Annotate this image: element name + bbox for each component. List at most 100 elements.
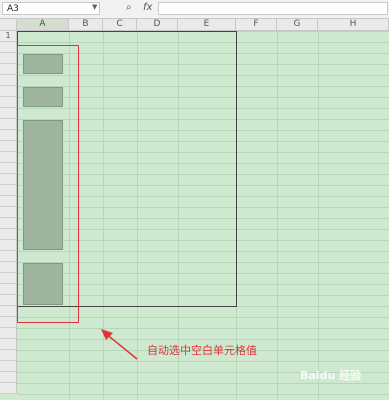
table-cell[interactable] <box>178 262 236 273</box>
table-cell[interactable] <box>137 273 178 284</box>
table-cell[interactable] <box>103 229 137 240</box>
row-header-30[interactable] <box>0 350 17 361</box>
table-cell[interactable] <box>69 240 103 251</box>
table-cell[interactable] <box>103 141 137 152</box>
department-cell[interactable] <box>17 174 69 185</box>
department-cell[interactable] <box>17 163 69 174</box>
magnifier-icon[interactable]: ⌕ <box>126 2 132 13</box>
table-cell[interactable] <box>178 86 236 97</box>
table-cell[interactable] <box>178 295 236 306</box>
table-cell[interactable] <box>69 152 103 163</box>
name-box[interactable]: A3 <box>2 2 100 15</box>
table-cell[interactable] <box>178 240 236 251</box>
row-header-9[interactable] <box>0 119 17 130</box>
row-header-29[interactable] <box>0 339 17 350</box>
table-cell[interactable] <box>69 262 103 273</box>
row-header-11[interactable] <box>0 141 17 152</box>
row-header-25[interactable] <box>0 295 17 306</box>
table-cell[interactable] <box>69 97 103 108</box>
department-cell[interactable] <box>17 97 69 108</box>
department-cell[interactable] <box>17 185 69 196</box>
department-cell[interactable] <box>17 251 69 262</box>
department-cell[interactable] <box>17 196 69 207</box>
table-cell[interactable] <box>137 97 178 108</box>
table-cell[interactable] <box>137 251 178 262</box>
table-cell[interactable] <box>137 262 178 273</box>
table-cell[interactable] <box>103 284 137 295</box>
row-header-4[interactable] <box>0 64 17 75</box>
table-cell[interactable] <box>178 229 236 240</box>
table-cell[interactable] <box>178 97 236 108</box>
table-cell[interactable] <box>103 97 137 108</box>
table-cell[interactable] <box>178 53 236 64</box>
table-cell[interactable] <box>178 141 236 152</box>
table-cell[interactable] <box>137 108 178 119</box>
table-cell[interactable] <box>69 229 103 240</box>
table-cell[interactable] <box>137 196 178 207</box>
table-cell[interactable] <box>69 185 103 196</box>
department-cell[interactable] <box>17 53 69 64</box>
department-cell[interactable] <box>17 75 69 86</box>
department-cell[interactable] <box>17 229 69 240</box>
table-cell[interactable] <box>103 75 137 86</box>
table-cell[interactable] <box>137 152 178 163</box>
chevron-down-icon[interactable]: ▼ <box>92 3 97 11</box>
row-header-5[interactable] <box>0 75 17 86</box>
table-cell[interactable] <box>178 174 236 185</box>
table-cell[interactable] <box>178 185 236 196</box>
table-cell[interactable] <box>137 229 178 240</box>
table-cell[interactable] <box>103 108 137 119</box>
row-header-12[interactable] <box>0 152 17 163</box>
table-cell[interactable] <box>69 218 103 229</box>
table-cell[interactable] <box>103 240 137 251</box>
table-cell[interactable] <box>178 284 236 295</box>
department-cell[interactable] <box>17 273 69 284</box>
table-cell[interactable] <box>137 284 178 295</box>
table-cell[interactable] <box>69 251 103 262</box>
table-cell[interactable] <box>103 163 137 174</box>
department-cell[interactable] <box>17 240 69 251</box>
department-cell[interactable] <box>17 218 69 229</box>
table-cell[interactable] <box>103 251 137 262</box>
row-header-28[interactable] <box>0 328 17 339</box>
table-cell[interactable] <box>137 295 178 306</box>
table-cell[interactable] <box>103 130 137 141</box>
table-cell[interactable] <box>69 42 103 53</box>
row-header-17[interactable] <box>0 207 17 218</box>
table-cell[interactable] <box>103 119 137 130</box>
table-cell[interactable] <box>103 196 137 207</box>
table-cell[interactable] <box>137 163 178 174</box>
table-cell[interactable] <box>69 174 103 185</box>
table-cell[interactable] <box>69 196 103 207</box>
table-cell[interactable] <box>178 130 236 141</box>
column-header-b[interactable]: B <box>69 19 103 31</box>
table-cell[interactable] <box>103 86 137 97</box>
table-cell[interactable] <box>103 218 137 229</box>
row-header-8[interactable] <box>0 108 17 119</box>
table-cell[interactable] <box>69 141 103 152</box>
row-header-3[interactable] <box>0 53 17 64</box>
row-header-22[interactable] <box>0 262 17 273</box>
table-cell[interactable] <box>137 130 178 141</box>
table-cell[interactable] <box>103 262 137 273</box>
table-cell[interactable] <box>103 64 137 75</box>
table-cell[interactable] <box>103 295 137 306</box>
table-cell[interactable] <box>69 64 103 75</box>
row-header-32[interactable] <box>0 372 17 383</box>
column-header-g[interactable]: G <box>277 19 318 31</box>
table-cell[interactable] <box>69 86 103 97</box>
department-cell[interactable] <box>17 130 69 141</box>
row-header-10[interactable] <box>0 130 17 141</box>
column-header-c[interactable]: C <box>103 19 137 31</box>
table-cell[interactable] <box>137 86 178 97</box>
row-header-14[interactable] <box>0 174 17 185</box>
department-cell[interactable] <box>17 42 69 53</box>
table-cell[interactable] <box>178 207 236 218</box>
table-cell[interactable] <box>137 64 178 75</box>
row-header-2[interactable] <box>0 42 17 53</box>
row-header-27[interactable] <box>0 317 17 328</box>
table-cell[interactable] <box>103 174 137 185</box>
formula-input[interactable] <box>158 2 388 15</box>
row-header-13[interactable] <box>0 163 17 174</box>
row-header-31[interactable] <box>0 361 17 372</box>
